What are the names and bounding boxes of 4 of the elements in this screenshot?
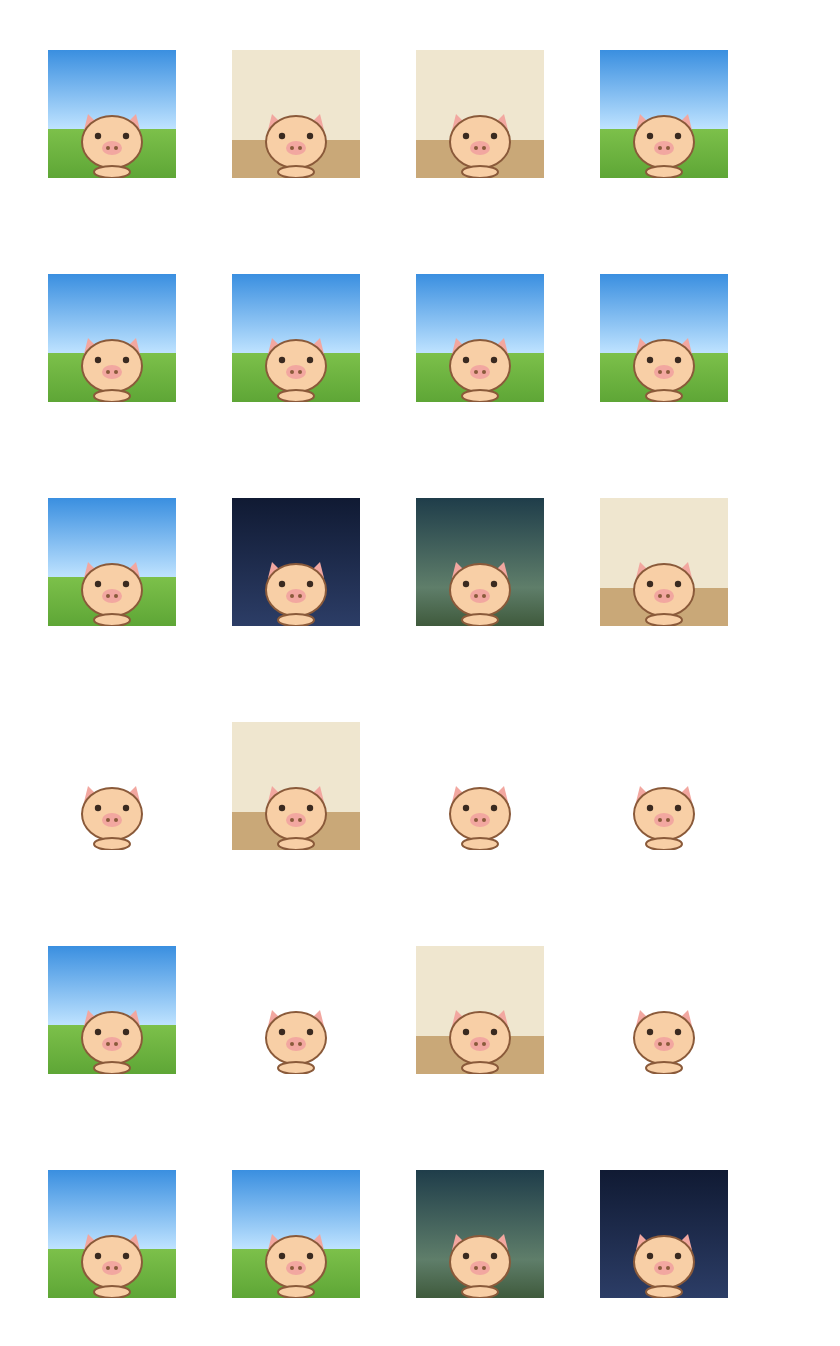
sticker-image[interactable] xyxy=(416,1170,544,1298)
sticker-image[interactable] xyxy=(232,498,360,626)
sticker-image[interactable] xyxy=(416,498,544,626)
sticker-image[interactable] xyxy=(600,1170,728,1298)
